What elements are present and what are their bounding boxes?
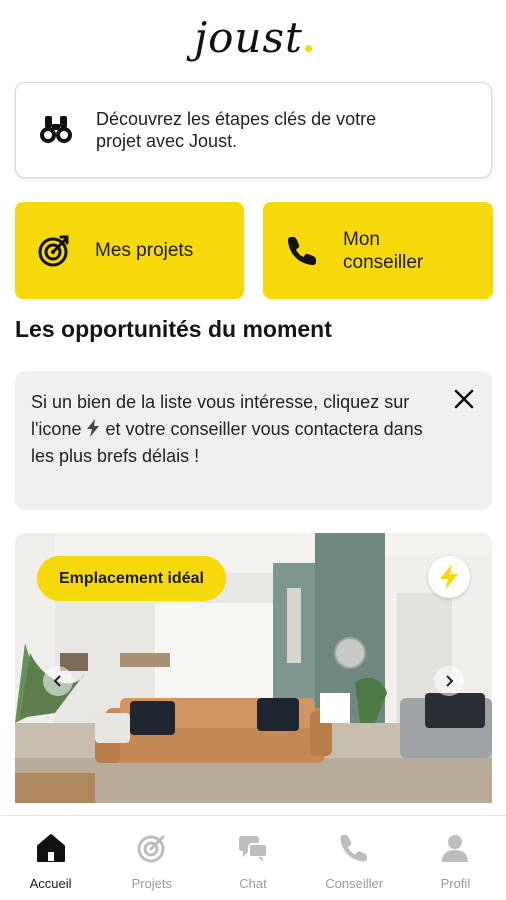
info-text: Si un bien de la liste vous intéresse, c… [31,389,432,470]
nav-item-accueil[interactable]: Accueil [0,816,101,900]
chat-icon [239,836,268,862]
home-icon [36,834,65,862]
my-advisor-label: Mon conseiller [343,228,424,273]
discover-text: Découvrez les étapes clés de votre proje… [96,109,377,151]
carousel-prev-button[interactable] [43,666,73,696]
nav-label-chat: Chat [239,876,267,891]
joust-logo[interactable]: joust [194,13,312,62]
bottom-navigation: Accueil Projets Chat Conseiller Profil [0,815,506,900]
opportunities-title: Les opportunités du moment [15,316,332,342]
phone-icon [340,835,368,862]
express-interest-button[interactable] [428,556,470,598]
close-icon[interactable] [452,387,476,411]
carousel-next-button[interactable] [434,666,464,696]
listing-badge: Emplacement idéal [37,556,226,601]
lightning-icon [440,564,458,590]
phone-icon [288,236,316,265]
nav-label-conseiller: Conseiller [325,876,384,891]
user-icon [442,835,469,862]
my-advisor-button[interactable]: Mon conseiller [263,202,493,299]
target-icon [137,835,165,863]
chevron-right-icon [446,675,454,687]
logo-dot [304,44,312,52]
info-banner: Si un bien de la liste vous intéresse, c… [15,371,492,510]
nav-item-profil[interactable]: Profil [405,816,506,900]
app-header: joust [0,0,506,74]
nav-item-projets[interactable]: Projets [101,816,202,900]
binoculars-icon [40,116,72,143]
my-projects-label: Mes projets [95,240,194,261]
listing-card[interactable]: Emplacement idéal [15,533,492,803]
nav-item-chat[interactable]: Chat [202,816,303,900]
target-icon [38,235,69,266]
discover-steps-card[interactable]: Découvrez les étapes clés de votre proje… [15,82,492,178]
chevron-left-icon [53,675,61,687]
logo-text: joust [194,12,303,62]
my-projects-button[interactable]: Mes projets [15,202,244,299]
nav-label-profil: Profil [440,876,471,891]
nav-item-conseiller[interactable]: Conseiller [304,816,405,900]
nav-label-projets: Projets [131,876,173,891]
lightning-icon [87,419,100,437]
nav-label-accueil: Accueil [29,876,72,891]
